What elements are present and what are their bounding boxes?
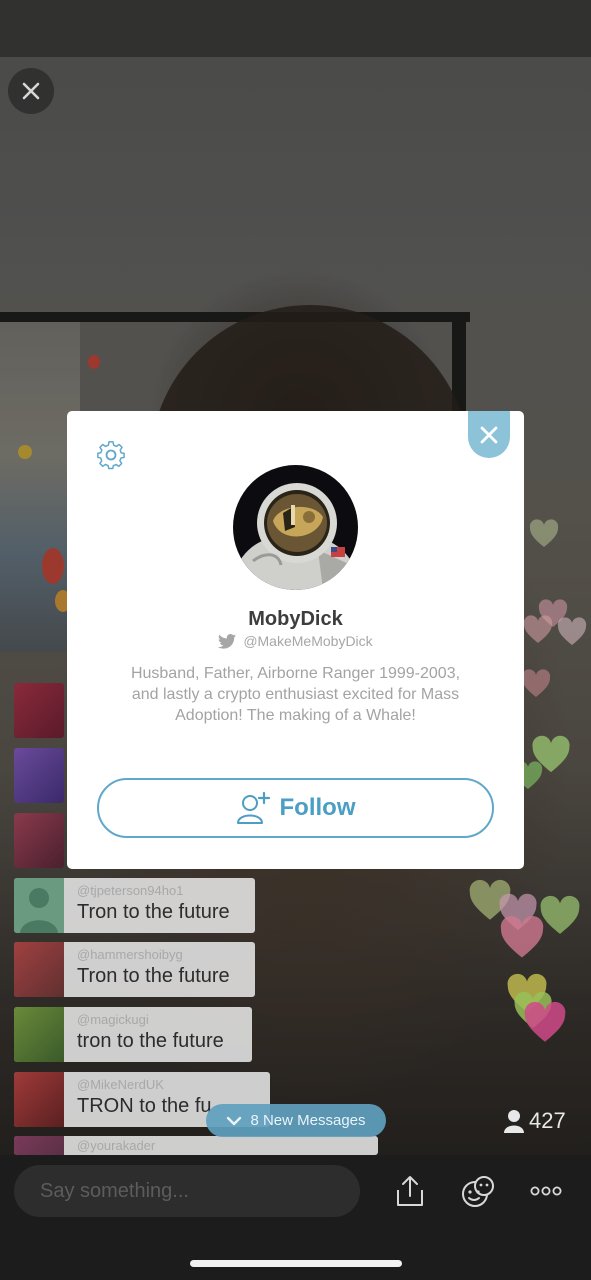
chat-text: TRON to the fu xyxy=(77,1095,212,1117)
close-icon xyxy=(480,426,498,443)
chat-avatar[interactable] xyxy=(14,813,64,868)
more-icon xyxy=(530,1186,562,1196)
chat-text: Tron to the future xyxy=(77,901,230,923)
chat-avatar[interactable] xyxy=(14,942,64,997)
gear-icon[interactable] xyxy=(94,438,128,472)
add-user-icon xyxy=(236,791,270,824)
chevron-down-icon xyxy=(227,1116,242,1125)
stickers-button[interactable] xyxy=(460,1174,496,1210)
heart-icon xyxy=(524,1001,566,1042)
twitter-handle[interactable]: @MakeMeMobyDick xyxy=(243,633,372,649)
sticker-icon xyxy=(462,1176,494,1207)
close-stream-button[interactable] xyxy=(8,68,54,114)
chat-avatar[interactable] xyxy=(14,878,64,933)
chat-avatar[interactable] xyxy=(14,1007,64,1062)
chat-avatar[interactable] xyxy=(14,1072,64,1127)
chat-username[interactable]: @magickugi xyxy=(77,1012,224,1028)
heart-icon xyxy=(500,916,544,958)
twitter-icon xyxy=(218,633,237,649)
heart-icon xyxy=(521,669,551,697)
twitter-handle-row[interactable]: @MakeMeMobyDick xyxy=(67,633,524,649)
chat-message[interactable]: @magickugi tron to the future xyxy=(14,1007,252,1062)
follow-button[interactable]: Follow xyxy=(97,778,494,838)
follow-label: Follow xyxy=(279,794,356,821)
chat-username[interactable]: @hammershoibyg xyxy=(77,947,230,963)
chat-text: Tron to the future xyxy=(77,965,230,987)
chat-input[interactable] xyxy=(14,1165,360,1217)
share-icon xyxy=(397,1176,423,1206)
default-avatar-icon xyxy=(20,888,58,933)
new-messages-label: 8 New Messages xyxy=(250,1112,366,1129)
chat-username[interactable]: @yourakader xyxy=(77,1138,155,1154)
profile-avatar xyxy=(233,465,358,590)
chat-message[interactable]: @tjpeterson94ho1 Tron to the future xyxy=(14,878,255,933)
profile-name: MobyDick xyxy=(248,608,343,630)
chat-avatar[interactable] xyxy=(14,748,64,803)
heart-icon xyxy=(557,617,587,645)
astronaut-avatar-image xyxy=(233,465,358,590)
viewer-count[interactable]: 427 xyxy=(504,1108,566,1134)
chat-username[interactable]: @MikeNerdUK xyxy=(77,1077,212,1093)
close-icon xyxy=(22,82,40,100)
viewer-count-label: 427 xyxy=(529,1108,566,1133)
chat-username[interactable]: @tjpeterson94ho1 xyxy=(77,883,230,899)
share-button[interactable] xyxy=(392,1172,428,1210)
modal-close-button[interactable] xyxy=(468,411,510,458)
new-messages-button[interactable]: 8 New Messages xyxy=(206,1104,386,1137)
heart-icon xyxy=(523,615,553,643)
person-icon xyxy=(504,1110,524,1133)
home-indicator[interactable] xyxy=(190,1260,402,1267)
heart-icon xyxy=(529,519,559,547)
more-button[interactable] xyxy=(528,1180,564,1202)
chat-text: tron to the future xyxy=(77,1030,224,1052)
profile-bio: Husband, Father, Airborne Ranger 1999-20… xyxy=(130,665,461,724)
chat-message[interactable]: @hammershoibyg Tron to the future xyxy=(14,942,255,997)
chat-avatar[interactable] xyxy=(14,683,64,738)
profile-modal: MobyDick @MakeMeMobyDick Husband, Father… xyxy=(67,411,524,869)
chat-message[interactable]: @yourakader xyxy=(14,1136,378,1155)
chat-avatar[interactable] xyxy=(14,1136,64,1155)
